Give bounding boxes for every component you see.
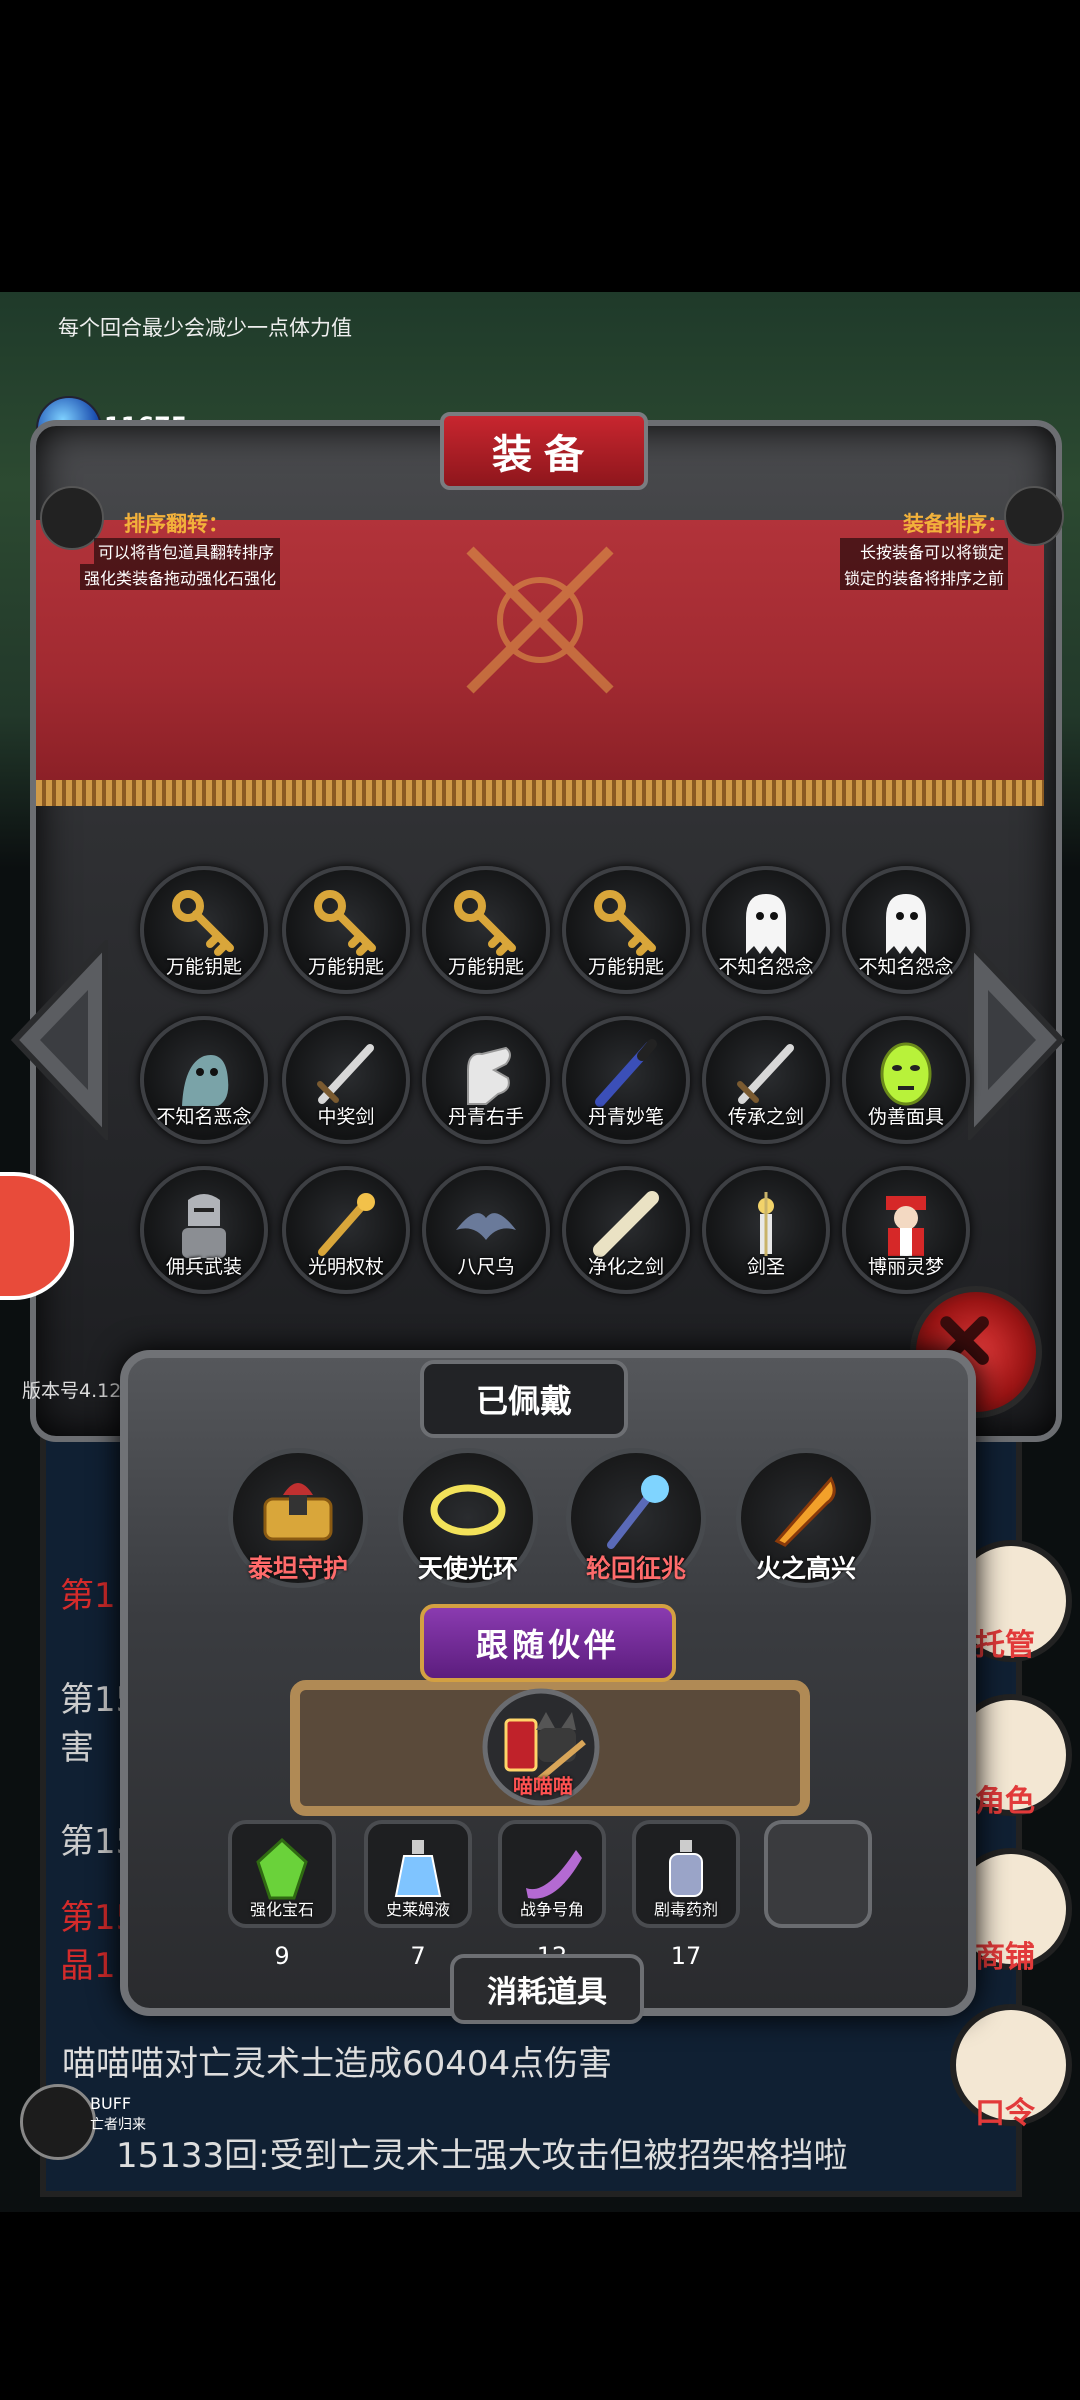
consumable-label: 战争号角 [519, 1900, 584, 1919]
consumable-item[interactable]: 强化宝石 9 [228, 1820, 336, 1970]
consumable-label: 剧毒药剂 [653, 1900, 718, 1919]
horn-icon [526, 1850, 582, 1899]
inventory-item-label: 中奖剑 [317, 1106, 375, 1128]
gem-cluster-icon [256, 1837, 308, 1900]
inventory-item-label: 不知名恶念 [156, 1106, 252, 1128]
log-line: 晶1 [60, 1946, 116, 1986]
inventory-item[interactable]: 佣兵武装 [140, 1166, 268, 1294]
inventory-item-label: 佣兵武装 [165, 1256, 242, 1278]
consumable-empty-slot[interactable] [764, 1820, 872, 1928]
version-label: 版本号4.12 [22, 1380, 122, 1402]
arrow-right-icon[interactable] [966, 940, 1066, 1140]
equipped-item[interactable]: 轮回征兆 [566, 1448, 706, 1588]
buff-label: BUFF [90, 2094, 132, 2113]
consumable-item[interactable]: 史莱姆液 7 [364, 1820, 472, 1970]
staff-icon [607, 1475, 669, 1549]
inventory-item[interactable]: 中奖剑 [282, 1016, 410, 1144]
inventory-item[interactable]: 万能钥匙 [140, 866, 268, 994]
buff-sub: 亡者归来 [90, 2117, 146, 2133]
halo-icon [430, 1484, 506, 1536]
inventory-item-label: 净化之剑 [587, 1256, 664, 1278]
inventory-item-label: 传承之剑 [727, 1106, 804, 1128]
log-line: 害 [60, 1728, 94, 1768]
inventory-item-label: 万能钥匙 [307, 956, 384, 978]
equipped-item-label: 天使光环 [417, 1554, 518, 1583]
silver-set-slot[interactable] [1004, 486, 1064, 546]
companion-title: 跟随伙伴 [420, 1604, 676, 1682]
hint-line: 锁定的装备将排序之前 [840, 564, 1009, 590]
sort-flip-title: 排序翻转： [124, 512, 229, 536]
log-line: 15133回:受到亡灵术士强大攻击但被招架格挡啦 [116, 2136, 848, 2176]
poison-icon [669, 1840, 703, 1897]
hint-line: 长按装备可以将锁定 [840, 538, 1009, 564]
consumable-label: 史莱姆液 [385, 1900, 450, 1919]
inventory-item[interactable]: 净化之剑 [562, 1166, 690, 1294]
consumable-item[interactable]: 剧毒药剂 17 [632, 1820, 740, 1970]
consumable-count: 17 [670, 1942, 702, 1970]
curtain-fringe [36, 780, 1044, 806]
companion-name: 喵喵喵 [513, 1774, 573, 1798]
inventory-item[interactable]: 万能钥匙 [422, 866, 550, 994]
consumables-title: 消耗道具 [450, 1954, 644, 2024]
inventory-item[interactable]: 剑圣 [702, 1166, 830, 1294]
inventory-item[interactable]: 丹青妙笔 [562, 1016, 690, 1144]
potion-icon [394, 1840, 442, 1897]
inventory-item[interactable]: 八尺乌 [422, 1166, 550, 1294]
hint-line: 强化类装备拖动强化石强化 [80, 564, 281, 590]
tip-text: 每个回合最少会减少一点体力值 [58, 316, 352, 340]
equipped-item-label: 轮回征兆 [585, 1554, 686, 1583]
inventory-item-label: 丹青妙笔 [587, 1106, 664, 1128]
inventory-item-label: 光明权杖 [307, 1256, 384, 1278]
inventory-item-label: 万能钥匙 [587, 956, 664, 978]
log-line: 喵喵喵对亡灵术士造成60404点伤害 [62, 2044, 613, 2084]
equipped-item-label: 火之高兴 [755, 1554, 856, 1583]
hint-line: 可以将背包道具翻转排序 [94, 538, 281, 564]
inventory-item[interactable]: 博丽灵梦 [842, 1166, 970, 1294]
consumable-item[interactable]: 战争号角12 [498, 1820, 606, 1970]
inventory-item[interactable]: 伪善面具 [842, 1016, 970, 1144]
inventory-item[interactable]: 不知名怨念 [702, 866, 830, 994]
inventory-item-label: 万能钥匙 [165, 956, 242, 978]
fire-sword-icon [774, 1476, 836, 1547]
inventory-item-label: 不知名怨念 [858, 956, 954, 978]
skull-buff-icon[interactable] [20, 2084, 96, 2160]
inventory-item-label: 不知名怨念 [718, 956, 814, 978]
consumable-count: 9 [274, 1942, 290, 1970]
side-menu-code[interactable]: 口令 [950, 2088, 1060, 2132]
inventory-item[interactable]: 万能钥匙 [562, 866, 690, 994]
equipped-title: 已佩戴 [420, 1360, 628, 1438]
inventory-item-label: 伪善面具 [867, 1106, 944, 1128]
titan-armor-icon [263, 1483, 333, 1541]
sort-flip-hint[interactable]: 排序翻转： 可以将背包道具翻转排序 强化类装备拖动强化石强化 [44, 508, 281, 590]
sort-equip-hint[interactable]: 装备排序： 长按装备可以将锁定 锁定的装备将排序之前 [840, 508, 1009, 590]
consumable-label: 强化宝石 [249, 1900, 314, 1919]
inventory-item[interactable]: 万能钥匙 [282, 866, 410, 994]
equipped-item[interactable]: 天使光环 [398, 1448, 538, 1588]
inventory-item[interactable]: 传承之剑 [702, 1016, 830, 1144]
equipped-item[interactable]: 泰坦守护 [228, 1448, 368, 1588]
inventory-item[interactable]: 不知名恶念 [140, 1016, 268, 1144]
panel-title: 装备 [440, 412, 648, 490]
inventory-item[interactable]: 光明权杖 [282, 1166, 410, 1294]
inventory-item-label: 剑圣 [746, 1256, 785, 1278]
equipped-item[interactable]: 火之高兴 [736, 1448, 876, 1588]
inventory-item[interactable]: 丹青右手 [422, 1016, 550, 1144]
arrow-left-icon[interactable] [10, 940, 110, 1140]
inventory-item-label: 丹青右手 [447, 1106, 524, 1128]
inventory-item-label: 万能钥匙 [447, 956, 524, 978]
log-line: 第1 [60, 1576, 116, 1616]
equipped-item-label: 泰坦守护 [247, 1554, 348, 1583]
sort-equip-title: 装备排序： [903, 512, 1009, 536]
inventory-item-label: 八尺乌 [457, 1256, 515, 1278]
inventory-item[interactable]: 不知名怨念 [842, 866, 970, 994]
inventory-item-label: 博丽灵梦 [867, 1256, 944, 1278]
crossed-swords-emblem-icon [466, 546, 614, 694]
